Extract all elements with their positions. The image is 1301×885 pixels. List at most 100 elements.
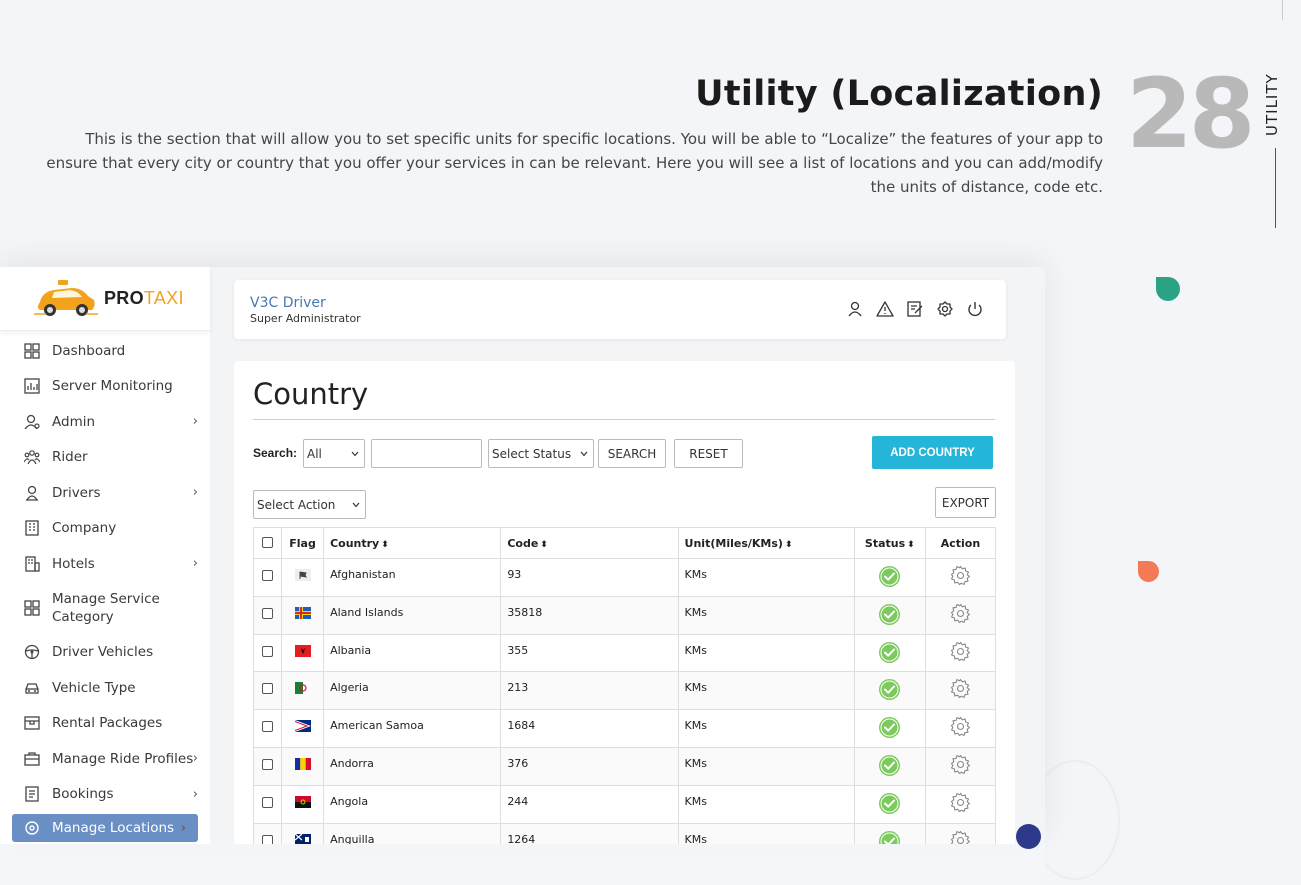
active-check-icon[interactable] (878, 641, 901, 664)
reset-button[interactable]: RESET (674, 439, 743, 468)
active-check-icon[interactable] (878, 603, 901, 626)
table-row: Aland Islands 35818 KMs (252, 595, 997, 635)
bulk-action-select[interactable]: Select Action (253, 490, 366, 519)
sort-icon: ⬍ (540, 539, 548, 550)
row-checkbox-cell[interactable] (252, 822, 283, 844)
row-checkbox[interactable] (262, 721, 274, 733)
briefcase-icon (24, 751, 40, 767)
export-button[interactable]: EXPORT (935, 487, 996, 518)
sidebar-item-rental-packages[interactable]: Rental Packages (0, 706, 210, 742)
sidebar-item-manage-service-category[interactable]: Manage Service Category (0, 582, 210, 635)
app-window: PROTAXI Dashboard Server Monitoring Admin ›… (0, 267, 1045, 844)
row-checkbox[interactable] (262, 570, 274, 581)
row-checkbox-cell[interactable] (252, 595, 283, 635)
row-checkbox[interactable] (262, 607, 274, 619)
chevron-down-icon (351, 447, 359, 457)
sidebar-item-drivers[interactable]: Drivers › (0, 475, 210, 511)
page-number: 28 (1126, 58, 1256, 170)
sort-icon: ⬍ (784, 539, 793, 550)
header-status[interactable]: Status ⬍ (853, 527, 926, 559)
country-cell: Aland Islands (323, 595, 502, 635)
select-all-checkbox[interactable] (262, 537, 274, 548)
active-check-icon[interactable] (878, 792, 901, 815)
active-check-icon[interactable] (878, 678, 901, 701)
sidebar-item-label: Driver Vehicles (52, 644, 154, 661)
table-row: Albania 355 KMs (252, 633, 997, 673)
add-country-button[interactable]: ADD COUNTRY (872, 436, 993, 469)
sidebar-item-label: Manage Locations (52, 820, 175, 836)
row-settings-gear-icon[interactable] (950, 678, 971, 699)
country-table: Flag Country ⬍ Code ⬍ Unit(Miles/KMs) ⬍ Sta… (252, 527, 997, 844)
row-checkbox-cell[interactable] (252, 746, 283, 786)
table-row: Angola 244 KMs (252, 784, 997, 824)
sidebar-item-label: Admin (52, 413, 96, 430)
status-cell (853, 746, 926, 786)
logo[interactable]: PROTAXI (0, 267, 210, 331)
search-field-select[interactable]: All (303, 439, 365, 468)
sidebar-item-rider[interactable]: Rider (0, 440, 210, 476)
table-row: Afghanistan 93 KMs (252, 558, 997, 597)
row-checkbox[interactable] (262, 758, 274, 770)
active-check-icon[interactable] (878, 716, 901, 739)
sidebar-item-hotels[interactable]: Hotels › (0, 546, 210, 582)
row-settings-gear-icon[interactable] (950, 754, 971, 775)
unit-cell: KMs (677, 671, 855, 711)
user-profile-icon[interactable] (846, 300, 864, 318)
sidebar-item-bookings[interactable]: Bookings › (0, 777, 210, 813)
row-checkbox-cell[interactable] (252, 784, 283, 824)
select-all-checkbox-cell[interactable] (252, 527, 283, 559)
row-settings-gear-icon[interactable] (950, 792, 971, 813)
row-settings-gear-icon[interactable] (950, 641, 971, 662)
country-cell: American Samoa (323, 709, 502, 748)
row-settings-gear-icon[interactable] (950, 716, 971, 737)
sidebar-item-label: Rider (52, 449, 88, 466)
bottom-fade-overlay (0, 844, 1045, 885)
country-flag-icon (294, 833, 311, 844)
header-unit[interactable]: Unit(Miles/KMs) ⬍ (677, 527, 855, 559)
sidebar-item-dashboard[interactable]: Dashboard (0, 333, 210, 369)
country-flag-icon (294, 644, 311, 657)
chart-icon (24, 378, 40, 394)
row-settings-gear-icon[interactable] (950, 603, 971, 624)
unit-cell: KMs (677, 633, 855, 673)
row-checkbox-cell[interactable] (252, 633, 283, 673)
sidebar-item-manage-locations[interactable]: Manage Locations › (12, 814, 198, 842)
row-checkbox-cell[interactable] (252, 671, 283, 711)
row-checkbox-cell[interactable] (252, 709, 283, 748)
sidebar-item-company[interactable]: Company (0, 511, 210, 547)
search-button[interactable]: SEARCH (598, 439, 666, 468)
code-cell: 1264 (500, 822, 679, 844)
row-checkbox[interactable] (262, 796, 274, 808)
row-settings-gear-icon[interactable] (950, 565, 971, 586)
sidebar-item-server-monitoring[interactable]: Server Monitoring (0, 369, 210, 405)
user-name[interactable]: V3C Driver (250, 295, 326, 311)
flag-cell (281, 709, 325, 748)
sidebar-item-vehicle-type[interactable]: Vehicle Type (0, 670, 210, 706)
action-cell (924, 746, 997, 786)
header-country[interactable]: Country ⬍ (323, 527, 502, 559)
action-cell (924, 784, 997, 824)
country-cell: Angola (323, 784, 502, 824)
row-checkbox[interactable] (262, 645, 274, 657)
row-checkbox[interactable] (262, 834, 274, 844)
row-settings-gear-icon[interactable] (950, 830, 971, 844)
status-select[interactable]: Select Status (488, 439, 594, 468)
header-code[interactable]: Code ⬍ (500, 527, 679, 559)
sidebar-item-manage-ride-profiles[interactable]: Manage Ride Profiles › (0, 741, 210, 777)
sidebar-item-driver-vehicles[interactable]: Driver Vehicles (0, 635, 210, 671)
alert-warning-icon[interactable] (876, 300, 894, 318)
code-cell: 244 (500, 784, 679, 824)
active-check-icon[interactable] (878, 565, 901, 588)
edit-note-icon[interactable] (906, 300, 924, 318)
top-bar: V3C Driver Super Administrator (234, 280, 1006, 339)
row-checkbox[interactable] (262, 683, 274, 695)
search-label: Search: (253, 446, 298, 460)
power-logout-icon[interactable] (966, 300, 984, 318)
row-checkbox-cell[interactable] (252, 558, 283, 597)
search-input[interactable] (371, 439, 482, 468)
section-label: UTILITY (1263, 73, 1285, 136)
active-check-icon[interactable] (878, 754, 901, 777)
sidebar-item-admin[interactable]: Admin › (0, 404, 210, 440)
active-check-icon[interactable] (878, 830, 901, 844)
settings-gear-icon[interactable] (936, 300, 954, 318)
